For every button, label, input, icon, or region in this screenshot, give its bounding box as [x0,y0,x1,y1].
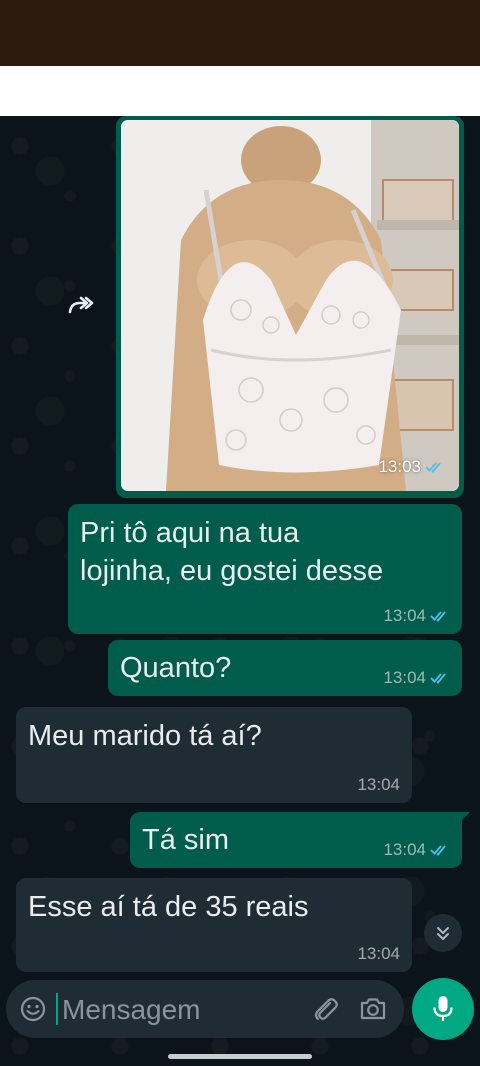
emoji-icon[interactable] [20,996,46,1022]
message-time: 13:04 [383,840,450,860]
image-message[interactable]: 13:03 [116,116,464,498]
message-input[interactable]: Mensagem [62,994,201,1026]
outgoing-message[interactable]: Pri tô aqui na tua lojinha, eu gostei de… [68,504,462,634]
double-check-icon [430,673,446,684]
message-text: Meu marido tá aí? [28,720,262,752]
bubble-tail [456,812,470,826]
message-text: Esse aí tá de 35 reais [28,891,309,923]
chat-header [0,66,480,116]
forward-icon[interactable] [66,290,96,320]
message-text: Pri tô aqui na tua lojinha, eu gostei de… [80,517,384,587]
text-caret [56,993,58,1025]
lingerie-photo[interactable]: 13:03 [121,120,459,491]
double-check-icon [430,845,446,856]
message-time: 13:04 [383,668,450,688]
microphone-icon [433,996,453,1021]
paperclip-icon[interactable] [310,994,340,1024]
status-bar [0,0,480,66]
message-time: 13:03 [378,457,445,477]
message-composer[interactable]: Mensagem [6,980,404,1038]
message-text: Tá sim [142,824,229,856]
outgoing-message[interactable]: Quanto? 13:04 [108,640,462,696]
message-time: 13:04 [383,606,450,626]
scroll-down-button[interactable] [424,914,462,952]
outgoing-message[interactable]: Tá sim 13:04 [130,812,470,868]
chevrons-down-icon [437,927,449,940]
message-time: 13:04 [357,775,400,794]
double-check-icon [430,611,446,622]
camera-icon[interactable] [358,994,388,1024]
microphone-button[interactable] [412,978,474,1040]
home-indicator[interactable] [168,1054,312,1059]
incoming-message[interactable]: Esse aí tá de 35 reais 13:04 [16,878,412,972]
message-time: 13:04 [357,944,400,963]
message-text: Quanto? [120,652,232,684]
double-check-icon [425,462,441,473]
incoming-message[interactable]: Meu marido tá aí? 13:04 [16,707,412,803]
